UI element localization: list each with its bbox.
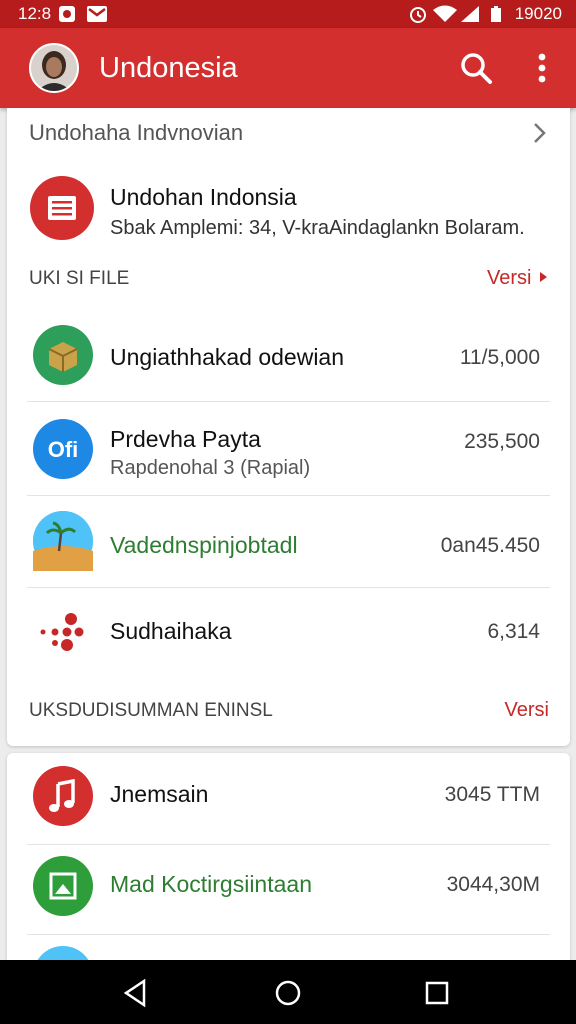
search-icon[interactable] — [456, 48, 496, 88]
caret-right-icon — [540, 272, 547, 282]
main-card: Undohaha Indvnovian Undohan Indonsia Sba… — [7, 108, 570, 746]
section-header: UKSDUDISUMMAN ENINSL Versi — [29, 699, 549, 728]
navigation-bar — [0, 960, 576, 1024]
item-value: 0an45.450 — [440, 534, 540, 557]
item-value: 11/5,000 — [459, 346, 540, 369]
list-item[interactable]: Mad Koctirgsiintaan 3044,30M — [7, 843, 570, 935]
section-versi-link[interactable]: Versi — [487, 267, 549, 290]
item-title: Sudhaihaka — [110, 618, 232, 644]
versi-link-label: Versi — [486, 267, 532, 289]
section-versi-link[interactable]: Versi — [505, 699, 549, 722]
list-item[interactable]: Vadednspinjobtadl 0an45.450 — [7, 496, 570, 588]
list-item[interactable]: Ungiathhakad odewian 11/5,000 — [7, 310, 570, 402]
item-value: 6,314 — [487, 620, 540, 643]
item-value: 235,500 — [464, 430, 540, 453]
home-icon[interactable] — [271, 976, 305, 1010]
package-icon — [33, 325, 93, 385]
item-value: 3044,30M — [446, 873, 540, 896]
chevron-right-icon — [529, 120, 549, 152]
alarm-icon — [408, 5, 428, 28]
signal-icon — [460, 5, 480, 28]
wifi-icon — [432, 5, 458, 28]
list-item[interactable]: Sudhaihaka 6,314 — [7, 588, 570, 680]
item-title: Ungiathhakad odewian — [110, 344, 345, 370]
item-title: Prdevha Payta — [110, 426, 261, 452]
status-clock: 19020 — [514, 4, 562, 23]
status-time: 12:8 — [18, 4, 52, 23]
notification-icon — [58, 5, 76, 28]
app-logo-icon: Ofi — [33, 419, 93, 479]
back-icon[interactable] — [118, 976, 152, 1010]
featured-title: Undohan Indonsia — [110, 184, 297, 210]
divider — [27, 401, 550, 402]
featured-item[interactable]: Undohan Indonsia Sbak Amplemi: 34, V-kra… — [7, 170, 570, 250]
section-label: UKI SI FILE — [29, 268, 130, 289]
svg-text:Ofi: Ofi — [48, 437, 79, 462]
item-subtitle: Rapdenohal 3 (Rapial) — [110, 457, 311, 479]
section-header: UKI SI FILE Versi — [29, 267, 549, 296]
featured-subtitle: Sbak Amplemi: 34, V-kraAindaglankn Bolar… — [110, 217, 525, 239]
document-list-icon — [30, 176, 94, 240]
list-item[interactable]: Ofi Prdevha Payta Rapdenohal 3 (Rapial) … — [7, 404, 570, 496]
secondary-card: Jnemsain 3045 TTM Mad Koctirgsiintaan 30… — [7, 753, 570, 968]
app-bar: Undonesia — [0, 28, 576, 108]
list-item[interactable]: Jnemsain 3045 TTM — [7, 753, 570, 845]
recents-icon[interactable] — [420, 976, 454, 1010]
gmail-icon — [86, 5, 108, 28]
breadcrumb[interactable]: Undohaha Indvnovian — [29, 120, 549, 150]
item-value: 3045 TTM — [444, 783, 540, 806]
avatar[interactable] — [29, 43, 79, 93]
breadcrumb-label: Undohaha Indvnovian — [29, 120, 244, 145]
dots-logo-icon — [33, 603, 93, 663]
battery-icon — [490, 5, 502, 28]
beach-icon — [33, 511, 93, 571]
app-title: Undonesia — [99, 52, 238, 84]
item-title: Jnemsain — [110, 781, 209, 807]
item-title: Vadednspinjobtadl — [110, 532, 298, 558]
more-options-icon[interactable] — [522, 48, 562, 88]
status-bar: 12:8 19020 — [0, 0, 576, 28]
item-title: Mad Koctirgsiintaan — [110, 871, 312, 897]
section-label: UKSDUDISUMMAN ENINSL — [29, 700, 273, 721]
image-frame-icon — [33, 856, 93, 916]
music-note-icon — [33, 766, 93, 826]
